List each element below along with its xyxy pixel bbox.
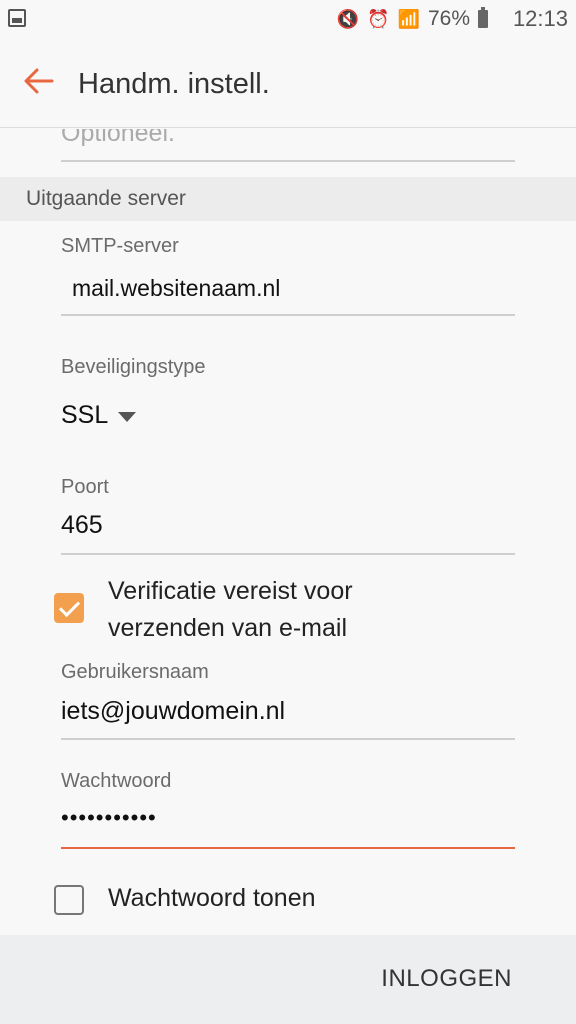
password-input[interactable]: ••••••••••• [61,805,157,831]
clock: 12:13 [512,6,568,31]
port-label: Poort [61,476,109,498]
battery-icon [478,7,488,28]
password-label: Wachtwoord [61,770,172,792]
optional-field-placeholder[interactable]: Optioneel. [61,129,175,148]
username-label: Gebruikersnaam [61,661,209,683]
password-underline [61,847,515,849]
show-password-checkbox[interactable] [54,885,84,915]
bottom-action-bar: INLOGGEN [0,935,576,1024]
security-type-dropdown[interactable]: SSL [61,401,137,430]
username-underline [61,738,515,740]
wifi-icon: 📶 [397,8,420,29]
smtp-server-underline [61,314,515,316]
back-arrow-icon[interactable] [22,64,56,98]
battery-percentage: 76% [427,7,470,30]
page-title: Handm. instell. [78,68,270,100]
status-bar: 🔇 ⏰ 📶 76% 12:13 [0,0,576,40]
dropdown-arrow-icon [118,411,137,422]
port-underline [61,553,515,555]
optional-field-underline [61,160,515,162]
auth-required-checkbox[interactable] [54,593,84,623]
smtp-server-label: SMTP-server [61,235,179,257]
alarm-icon: ⏰ [367,8,390,29]
security-type-value: SSL [61,401,109,429]
login-button[interactable]: INLOGGEN [381,965,512,993]
port-input[interactable]: 465 [61,511,103,540]
settings-form: Optioneel. Uitgaande server SMTP-server … [0,129,576,935]
security-type-label: Beveiligingstype [61,356,206,378]
app-bar: Handm. instell. [0,40,576,128]
status-icons: 🔇 ⏰ 📶 76% [337,7,488,31]
section-header-outgoing-server: Uitgaande server [0,177,576,221]
mute-icon: 🔇 [336,8,360,29]
username-input[interactable]: iets@jouwdomein.nl [61,697,285,726]
auth-required-label[interactable]: Verificatie vereist voor verzenden van e… [108,573,438,647]
smtp-server-input[interactable]: mail.websitenaam.nl [72,275,280,302]
show-password-label[interactable]: Wachtwoord tonen [108,884,316,913]
gallery-notification-icon [8,9,26,27]
